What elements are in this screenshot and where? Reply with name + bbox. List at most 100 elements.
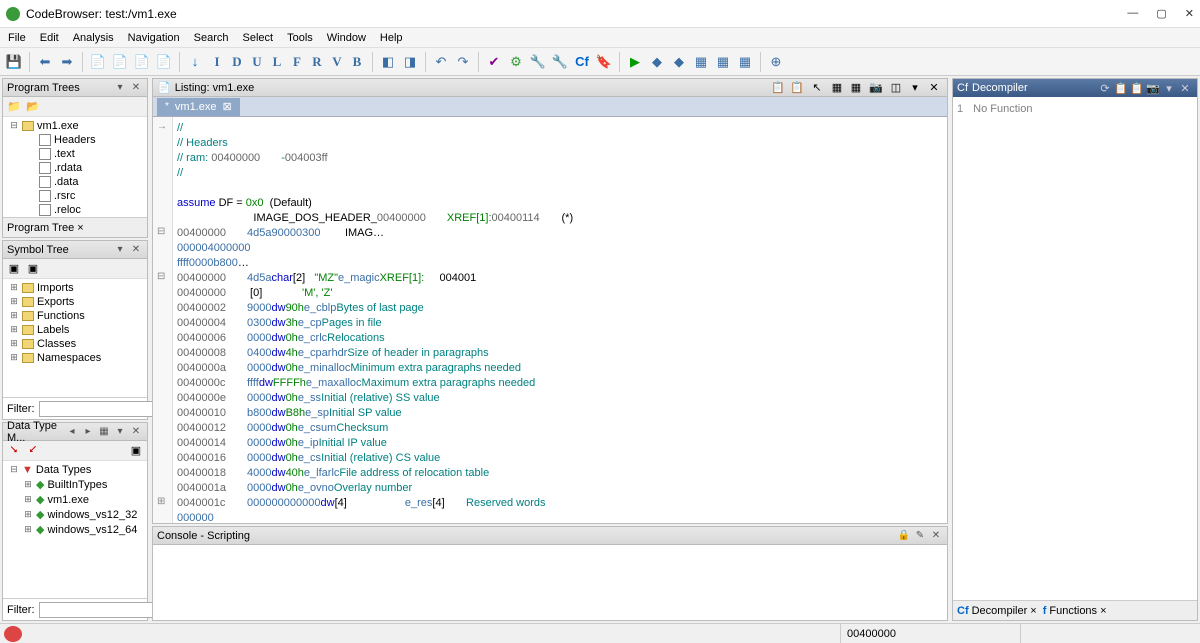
menu-tools[interactable]: Tools bbox=[287, 32, 313, 44]
panel-close-icon[interactable]: ✕ bbox=[129, 243, 143, 257]
toolbar-u-button[interactable]: U bbox=[247, 52, 267, 72]
panel-menu-icon[interactable]: ▾ bbox=[113, 81, 127, 95]
cf-icon[interactable]: Cf bbox=[572, 52, 592, 72]
tool1-icon[interactable]: ◧ bbox=[378, 52, 398, 72]
panel-menu-icon[interactable]: ▾ bbox=[1161, 81, 1177, 95]
console-body[interactable] bbox=[153, 545, 947, 620]
forward-icon[interactable]: ➡ bbox=[57, 52, 77, 72]
tree-item[interactable]: .rsrc bbox=[5, 189, 145, 203]
menu-analysis[interactable]: Analysis bbox=[73, 32, 114, 44]
menu-window[interactable]: Window bbox=[327, 32, 366, 44]
win3-icon[interactable]: ▦ bbox=[735, 52, 755, 72]
symbol-folder[interactable]: ⊞ Exports bbox=[5, 295, 145, 309]
check-icon[interactable]: ✔ bbox=[484, 52, 504, 72]
panel-close-icon[interactable]: ✕ bbox=[1177, 81, 1193, 95]
tree-item[interactable]: .data bbox=[5, 175, 145, 189]
menu-select[interactable]: Select bbox=[243, 32, 274, 44]
nav4-icon[interactable]: 📄 bbox=[154, 52, 174, 72]
symbol-folder[interactable]: ⊞ Classes bbox=[5, 337, 145, 351]
tool2-icon[interactable]: ◨ bbox=[400, 52, 420, 72]
menu-help[interactable]: Help bbox=[380, 32, 403, 44]
menu-search[interactable]: Search bbox=[194, 32, 229, 44]
gutter-collapse-icon[interactable]: ⊟ bbox=[157, 226, 165, 237]
dt-c-icon[interactable]: ▣ bbox=[128, 443, 144, 459]
help-icon[interactable]: ⊕ bbox=[766, 52, 786, 72]
toolbar-l-button[interactable]: L bbox=[267, 52, 287, 72]
maximize-button[interactable]: ▢ bbox=[1156, 7, 1166, 20]
sym-tool2-icon[interactable]: ▣ bbox=[25, 261, 41, 277]
new-folder-icon[interactable]: 📁 bbox=[6, 99, 22, 115]
gutter-expand-icon[interactable]: ⊞ bbox=[157, 496, 165, 507]
bottom-tab[interactable]: f Functions × bbox=[1043, 605, 1107, 617]
symbol-folder[interactable]: ⊞ Functions bbox=[5, 309, 145, 323]
win1-icon[interactable]: ▦ bbox=[691, 52, 711, 72]
dec-tool3-icon[interactable]: 📷 bbox=[1145, 81, 1161, 95]
cursor-icon[interactable]: ↖ bbox=[808, 80, 826, 96]
panel-close-icon[interactable]: ✕ bbox=[925, 80, 943, 96]
copy-icon[interactable]: 📋 bbox=[769, 80, 787, 96]
tree-item[interactable]: .reloc bbox=[5, 203, 145, 217]
dt-item[interactable]: ⊞◆ vm1.exe bbox=[5, 492, 145, 507]
down-arrow-icon[interactable]: ↓ bbox=[185, 52, 205, 72]
dt-item[interactable]: ⊞◆ BuiltInTypes bbox=[5, 477, 145, 492]
dt-root[interactable]: ⊟▼ Data Types bbox=[5, 463, 145, 477]
dt-a-icon[interactable]: ⭨ bbox=[6, 443, 22, 459]
toolbar-d-button[interactable]: D bbox=[227, 52, 247, 72]
dt-tool1-icon[interactable]: ◂ bbox=[65, 425, 79, 439]
minimize-button[interactable]: — bbox=[1127, 7, 1138, 20]
refresh-icon[interactable]: ⟳ bbox=[1097, 81, 1113, 95]
bottom-tab[interactable]: Cf Decompiler × bbox=[957, 605, 1037, 617]
dec-tool2-icon[interactable]: 📋 bbox=[1129, 81, 1145, 95]
win2-icon[interactable]: ▦ bbox=[713, 52, 733, 72]
nav3-icon[interactable]: 📄 bbox=[132, 52, 152, 72]
panel-close-icon[interactable]: ✕ bbox=[129, 425, 143, 439]
toggle-icon[interactable]: ◫ bbox=[887, 80, 905, 96]
fields2-icon[interactable]: ▦ bbox=[847, 80, 865, 96]
run-icon[interactable]: ▶ bbox=[625, 52, 645, 72]
nav2-icon[interactable]: 📄 bbox=[110, 52, 130, 72]
clear-icon[interactable]: ✎ bbox=[913, 529, 927, 543]
symbol-folder[interactable]: ⊞ Labels bbox=[5, 323, 145, 337]
undo-icon[interactable]: ↶ bbox=[431, 52, 451, 72]
listing-file-tab[interactable]: * vm1.exe ⊠ bbox=[157, 98, 240, 116]
panel-close-icon[interactable]: ✕ bbox=[929, 529, 943, 543]
analysis1-icon[interactable]: 🔧 bbox=[528, 52, 548, 72]
decompiler-body[interactable]: 1No Function bbox=[953, 97, 1197, 600]
snapshot-icon[interactable]: 📷 bbox=[867, 80, 885, 96]
sym-tool1-icon[interactable]: ▣ bbox=[6, 261, 22, 277]
lock-icon[interactable]: 🔒 bbox=[897, 529, 911, 543]
panel-menu-icon[interactable]: ▾ bbox=[113, 243, 127, 257]
open-folder-icon[interactable]: 📂 bbox=[25, 99, 41, 115]
paste-icon[interactable]: 📋 bbox=[788, 80, 806, 96]
toolbar-i-button[interactable]: I bbox=[207, 52, 227, 72]
menu-file[interactable]: File bbox=[8, 32, 26, 44]
toolbar-r-button[interactable]: R bbox=[307, 52, 327, 72]
tab-close-icon[interactable]: ⊠ bbox=[222, 100, 231, 113]
step-icon[interactable]: ◆ bbox=[669, 52, 689, 72]
symbol-folder[interactable]: ⊞ Imports bbox=[5, 281, 145, 295]
save-icon[interactable]: 💾 bbox=[4, 52, 24, 72]
dt-tool2-icon[interactable]: ▸ bbox=[81, 425, 95, 439]
listing-code[interactable]: // // Headers // ram: 00400000-004003ff … bbox=[153, 117, 947, 523]
analysis2-icon[interactable]: 🔧 bbox=[550, 52, 570, 72]
dt-item[interactable]: ⊞◆ windows_vs12_32 bbox=[5, 507, 145, 522]
menu-edit[interactable]: Edit bbox=[40, 32, 59, 44]
fields1-icon[interactable]: ▦ bbox=[828, 80, 846, 96]
program-tree-tab[interactable]: Program Tree × bbox=[7, 222, 84, 234]
panel-menu-icon[interactable]: ▾ bbox=[906, 80, 924, 96]
dt-b-icon[interactable]: ⭩ bbox=[25, 443, 41, 459]
tree-item[interactable]: .rdata bbox=[5, 161, 145, 175]
nav1-icon[interactable]: 📄 bbox=[88, 52, 108, 72]
redo-icon[interactable]: ↷ bbox=[453, 52, 473, 72]
panel-menu-icon[interactable]: ▾ bbox=[113, 425, 127, 439]
dec-tool1-icon[interactable]: 📋 bbox=[1113, 81, 1129, 95]
script-icon[interactable]: ⚙ bbox=[506, 52, 526, 72]
toolbar-v-button[interactable]: V bbox=[327, 52, 347, 72]
menu-navigation[interactable]: Navigation bbox=[128, 32, 180, 44]
tree-item[interactable]: .text bbox=[5, 147, 145, 161]
panel-close-icon[interactable]: ✕ bbox=[129, 81, 143, 95]
dt-item[interactable]: ⊞◆ windows_vs12_64 bbox=[5, 522, 145, 537]
toolbar-f-button[interactable]: F bbox=[287, 52, 307, 72]
bookmark-icon[interactable]: 🔖 bbox=[594, 52, 614, 72]
tree-item[interactable]: Headers bbox=[5, 133, 145, 147]
